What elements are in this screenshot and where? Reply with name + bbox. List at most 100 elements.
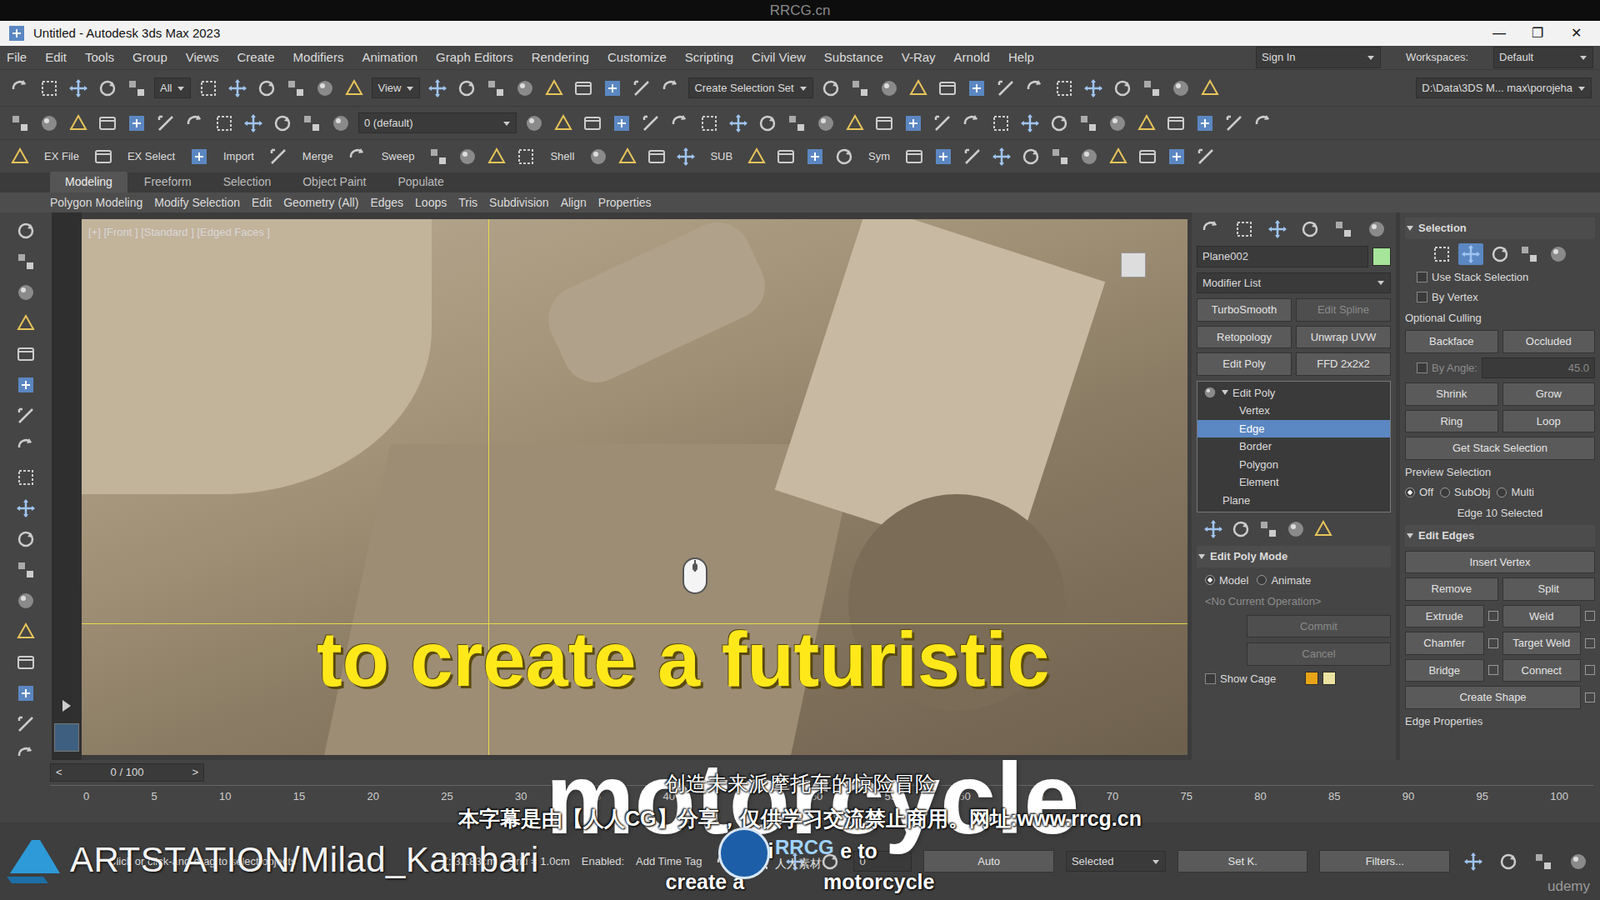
tool-icon[interactable] bbox=[990, 145, 1014, 169]
tool-icon[interactable] bbox=[1229, 517, 1253, 541]
tool-icon[interactable] bbox=[785, 111, 809, 135]
edit-edges-button[interactable]: Extrude bbox=[1405, 605, 1485, 629]
tool-icon[interactable] bbox=[455, 145, 480, 169]
tool-icon[interactable] bbox=[266, 145, 290, 169]
stack-label[interactable]: Element bbox=[1239, 474, 1280, 491]
tool-icon[interactable] bbox=[832, 145, 856, 169]
settings-icon[interactable] bbox=[1585, 638, 1595, 649]
tool-icon[interactable] bbox=[994, 76, 1018, 100]
tool-icon[interactable] bbox=[639, 111, 663, 135]
by-angle-field[interactable]: 45.0 bbox=[1481, 357, 1595, 380]
modifier-button[interactable]: TurboSmooth bbox=[1196, 298, 1292, 322]
reference-dropdown[interactable]: View bbox=[371, 77, 420, 100]
tool-icon[interactable] bbox=[241, 111, 265, 135]
selection-button[interactable]: Loop bbox=[1502, 410, 1596, 434]
timeline-ruler[interactable]: 0510152025303540455055606570758085909510… bbox=[50, 785, 1594, 805]
toolbar-button[interactable]: Sym bbox=[861, 148, 897, 165]
ribbon-group[interactable]: Edit bbox=[251, 194, 272, 212]
stack-item[interactable]: Edge bbox=[1197, 420, 1390, 439]
tool-icon[interactable] bbox=[1194, 145, 1218, 169]
tool-icon[interactable] bbox=[522, 111, 546, 135]
menu-item[interactable]: Animation bbox=[361, 48, 418, 68]
tool-icon[interactable] bbox=[1018, 111, 1042, 135]
menu-item[interactable]: File bbox=[6, 48, 27, 68]
border-icon[interactable] bbox=[1487, 243, 1513, 265]
checkbox-row[interactable]: Use Stack Selection bbox=[1405, 269, 1595, 286]
tool-icon[interactable] bbox=[14, 558, 38, 582]
tool-icon[interactable] bbox=[14, 589, 38, 613]
time-slider[interactable]: <0 / 100> bbox=[50, 763, 205, 782]
tool-icon[interactable] bbox=[426, 145, 450, 169]
menu-item[interactable]: Help bbox=[1008, 48, 1035, 68]
auto-key-button[interactable]: Auto bbox=[923, 850, 1055, 874]
tool-icon[interactable] bbox=[1198, 76, 1222, 100]
tool-icon[interactable] bbox=[674, 145, 698, 169]
filter-dropdown[interactable]: All bbox=[154, 77, 191, 100]
culling-button[interactable]: Occluded bbox=[1502, 330, 1596, 354]
toolbar-button[interactable]: EX File bbox=[37, 148, 86, 165]
tool-icon[interactable] bbox=[1164, 111, 1188, 135]
radio-icon[interactable] bbox=[1405, 487, 1415, 498]
tool-icon[interactable] bbox=[600, 76, 625, 100]
tool-icon[interactable] bbox=[774, 145, 798, 169]
menu-item[interactable]: Tools bbox=[85, 48, 115, 68]
tool-icon[interactable] bbox=[1232, 217, 1256, 241]
radio-label[interactable]: Off bbox=[1419, 484, 1434, 501]
rollout-header[interactable]: Edit Poly Mode bbox=[1196, 545, 1391, 568]
expand-icon[interactable] bbox=[1198, 554, 1205, 560]
edit-edges-rollout[interactable]: Edit Edges bbox=[1405, 525, 1595, 547]
tool-icon[interactable] bbox=[8, 111, 32, 135]
tool-icon[interactable] bbox=[697, 111, 721, 135]
ribbon-tab[interactable]: Populate bbox=[382, 171, 459, 193]
viewport[interactable]: [+] [Front ] [Standard ] [Edged Faces ] bbox=[81, 219, 1188, 755]
checkbox-label[interactable]: Show Cage bbox=[1220, 670, 1276, 688]
set-key-button[interactable]: Set K. bbox=[1177, 850, 1309, 874]
modifier-button[interactable]: Edit Poly bbox=[1196, 352, 1292, 376]
selection-button[interactable]: Shrink bbox=[1405, 382, 1499, 406]
tool-icon[interactable] bbox=[1052, 76, 1076, 100]
tool-icon[interactable] bbox=[1311, 517, 1335, 541]
tool-icon[interactable] bbox=[1105, 111, 1130, 135]
stack-label[interactable]: Plane bbox=[1222, 492, 1250, 510]
expand-icon[interactable] bbox=[1406, 225, 1414, 231]
selection-button[interactable]: Ring bbox=[1405, 410, 1499, 434]
tool-icon[interactable] bbox=[902, 145, 926, 169]
tool-icon[interactable] bbox=[1566, 850, 1590, 874]
add-time-tag[interactable]: Add Time Tag bbox=[635, 853, 702, 870]
tool-icon[interactable] bbox=[1461, 850, 1485, 874]
tool-icon[interactable] bbox=[1365, 217, 1389, 241]
next-frame-button[interactable]: > bbox=[191, 764, 199, 781]
toolbar-button[interactable]: EX Select bbox=[120, 148, 182, 165]
menu-item[interactable]: Customize bbox=[607, 48, 667, 68]
edit-edges-button[interactable]: Bridge bbox=[1405, 659, 1485, 683]
stack-label[interactable]: Edit Poly bbox=[1232, 385, 1275, 402]
tool-icon[interactable] bbox=[1023, 76, 1047, 100]
tool-icon[interactable] bbox=[930, 111, 955, 135]
ribbon-tab[interactable]: Freeform bbox=[129, 171, 207, 193]
radio-icon[interactable] bbox=[1205, 575, 1215, 585]
tool-icon[interactable] bbox=[14, 342, 38, 366]
expand-icon[interactable] bbox=[62, 700, 71, 712]
tool-icon[interactable] bbox=[425, 76, 450, 100]
rollout-title[interactable]: Edit Edges bbox=[1418, 527, 1475, 545]
stack-label[interactable]: Polygon bbox=[1239, 456, 1279, 474]
tool-icon[interactable] bbox=[270, 111, 295, 135]
tool-icon[interactable] bbox=[630, 76, 654, 100]
tool-icon[interactable] bbox=[877, 76, 901, 100]
tool-icon[interactable] bbox=[8, 145, 32, 169]
preview-radio[interactable]: Off bbox=[1405, 484, 1434, 501]
project-path-dropdown[interactable]: D:\Data\3DS M... max\porojeha bbox=[1415, 77, 1592, 100]
radio-icon[interactable] bbox=[1256, 575, 1267, 585]
tool-icon[interactable] bbox=[14, 527, 38, 551]
tool-icon[interactable] bbox=[1169, 76, 1193, 100]
tool-icon[interactable] bbox=[14, 650, 38, 675]
tool-icon[interactable] bbox=[931, 145, 955, 169]
tool-icon[interactable] bbox=[872, 111, 896, 135]
workspace-dropdown[interactable]: Default bbox=[1493, 46, 1594, 69]
checkbox-label[interactable]: By Vertex bbox=[1431, 289, 1479, 306]
tool-icon[interactable] bbox=[1076, 111, 1100, 135]
menu-item[interactable]: Edit bbox=[45, 48, 67, 68]
tool-icon[interactable] bbox=[513, 76, 537, 100]
tool-icon[interactable] bbox=[8, 76, 32, 100]
selection-set-dropdown[interactable]: Create Selection Set bbox=[688, 77, 813, 100]
